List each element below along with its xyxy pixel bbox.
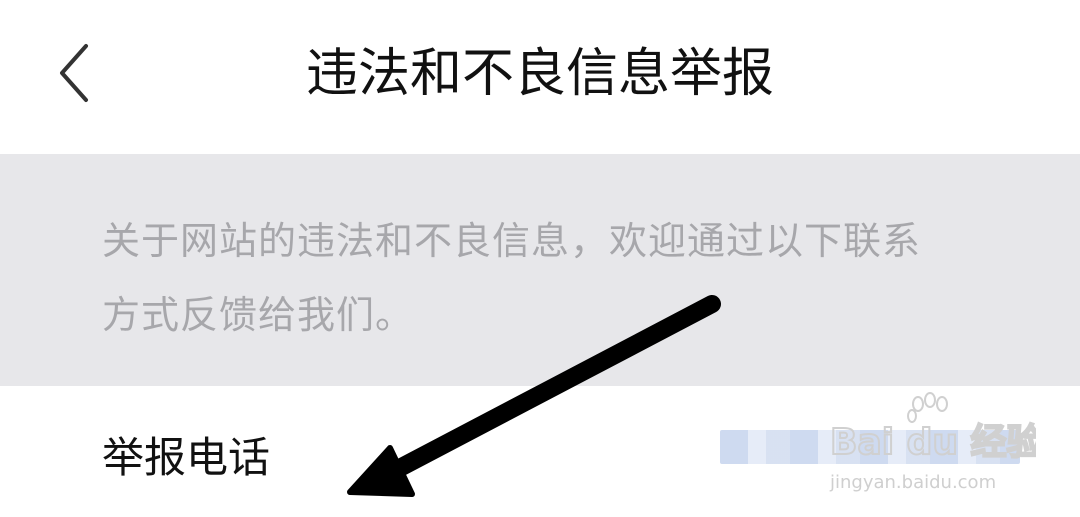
watermark-url: jingyan.baidu.com — [829, 472, 996, 493]
watermark-brand: Bai du 经验 — [830, 422, 1036, 463]
report-phone-label: 举报电话 — [102, 433, 271, 482]
page-title: 违法和不良信息举报 — [305, 44, 774, 104]
notice-line-2: 方式反馈给我们。 — [102, 293, 415, 337]
notice-text: 关于网站的违法和不良信息，欢迎通过以下联系 方式反馈给我们。 — [102, 204, 1002, 352]
baidu-jingyan-watermark: Bai du 经验 jingyan.baidu.com — [829, 392, 1036, 493]
top-nav-bar: 违法和不良信息举报 — [0, 0, 1080, 154]
notice-line-1: 关于网站的违法和不良信息，欢迎通过以下联系 — [102, 219, 922, 263]
notice-banner: 关于网站的违法和不良信息，欢迎通过以下联系 方式反馈给我们。 — [0, 154, 1080, 386]
paw-logo-icon — [907, 392, 948, 423]
